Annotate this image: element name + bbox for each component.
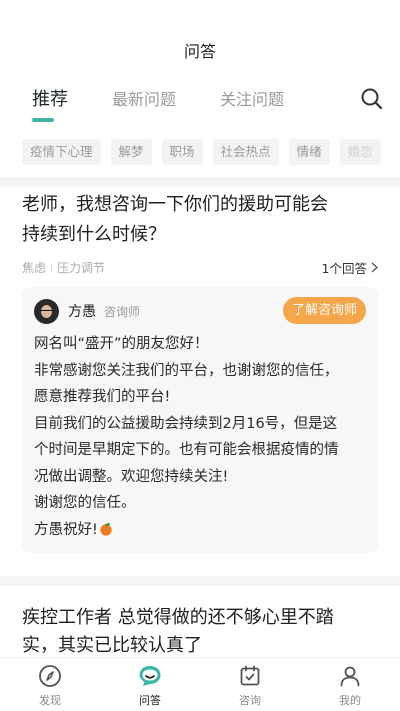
nav-item-discover[interactable]: 发现 bbox=[20, 664, 80, 708]
learn-about-counselor-button[interactable]: 了解咨询师 bbox=[282, 297, 366, 324]
question-title-line: 持续到什么时候？ bbox=[22, 224, 166, 245]
search-icon bbox=[361, 88, 383, 110]
topic-chip[interactable]: 职场 bbox=[161, 139, 203, 165]
calendar-check-icon bbox=[240, 665, 260, 686]
nav-label: 咨询 bbox=[239, 694, 261, 707]
nav-item-qa[interactable]: 问答 bbox=[120, 664, 180, 708]
question-tag[interactable]: 压力调节 bbox=[57, 261, 105, 275]
tab-recommended[interactable]: 推荐 bbox=[32, 85, 68, 111]
chevron-right-icon bbox=[371, 261, 379, 276]
answer-line: 目前我们的公益援助会持续到2月16号，但是这 bbox=[34, 415, 338, 432]
question-title-line: 实，其实已比较认真了 bbox=[22, 635, 202, 656]
nav-item-consult[interactable]: 咨询 bbox=[220, 664, 280, 708]
page-title: 问答 bbox=[183, 42, 216, 61]
answerer-role: 咨询师 bbox=[104, 305, 141, 319]
topic-chip-row: 疫情下心理 解梦 职场 社会热点 情绪 婚恋 bbox=[22, 139, 400, 165]
tangerine-emoji-icon bbox=[100, 522, 112, 536]
nav-item-profile[interactable]: 我的 bbox=[320, 664, 380, 708]
section-divider bbox=[0, 177, 400, 187]
person-icon bbox=[340, 666, 360, 687]
topic-chip[interactable]: 情绪 bbox=[288, 139, 330, 165]
question-title-line: 老师，我想咨询一下你们的援助可能会 bbox=[22, 194, 328, 215]
answer-count-link[interactable]: 1个回答 bbox=[321, 258, 379, 277]
answer-line: 非常感谢您关注我们的平台，也谢谢您的信任， bbox=[34, 362, 339, 379]
answer-card[interactable]: 方愚 咨询师 了解咨询师 网名叫“盛开”的朋友您好！ 非常感谢您关注我们的平台，… bbox=[22, 287, 378, 553]
tag-separator bbox=[51, 263, 53, 273]
question-tag[interactable]: 焦虑 bbox=[22, 261, 46, 275]
answerer-name[interactable]: 方愚 bbox=[68, 301, 96, 321]
search-button[interactable] bbox=[360, 87, 384, 111]
question-tags: 焦虑 压力调节 bbox=[22, 259, 105, 276]
topic-chip[interactable]: 婚恋 bbox=[339, 139, 381, 165]
answer-line: 网名叫“盛开”的朋友您好！ bbox=[34, 336, 209, 352]
active-tab-indicator bbox=[32, 118, 54, 122]
answer-line: 况做出调整。欢迎您持续关注! bbox=[34, 468, 229, 485]
topic-chip[interactable]: 社会热点 bbox=[212, 139, 279, 165]
answer-signoff-line: 方愚祝好! bbox=[34, 517, 370, 544]
question-title[interactable]: 疾控工作者 总觉得做的还不够心里不踏 实，其实已比较认真了 bbox=[22, 604, 382, 660]
answer-signoff: 方愚祝好! bbox=[34, 521, 98, 538]
nav-label: 我的 bbox=[339, 694, 361, 707]
topic-chip[interactable]: 解梦 bbox=[110, 139, 152, 165]
nav-label: 发现 bbox=[39, 694, 61, 707]
answer-line: 愿意推荐我们的平台! bbox=[34, 389, 171, 405]
tab-latest-questions[interactable]: 最新问题 bbox=[112, 86, 176, 110]
topic-chip[interactable]: 疫情下心理 bbox=[22, 139, 101, 165]
answer-line: 个时间是早期定下的。也有可能会根据疫情的情 bbox=[34, 442, 339, 458]
question-title-line: 疾控工作者 总觉得做的还不够心里不踏 bbox=[22, 607, 334, 628]
answer-count: 1个回答 bbox=[321, 261, 367, 276]
compass-icon bbox=[39, 665, 61, 687]
bottom-navigation: 发现 问答 咨询 我的 bbox=[0, 657, 400, 711]
answer-line: 谢谢您的信任。 bbox=[34, 495, 136, 511]
nav-label: 问答 bbox=[139, 694, 161, 707]
avatar[interactable] bbox=[34, 299, 59, 324]
tab-followed-questions[interactable]: 关注问题 bbox=[220, 86, 284, 110]
chat-bubble-icon bbox=[139, 666, 161, 686]
section-divider bbox=[0, 576, 400, 586]
question-title[interactable]: 老师，我想咨询一下你们的援助可能会 持续到什么时候？ bbox=[22, 190, 372, 250]
answer-text: 网名叫“盛开”的朋友您好！ 非常感谢您关注我们的平台，也谢谢您的信任， 愿意推荐… bbox=[34, 331, 370, 543]
